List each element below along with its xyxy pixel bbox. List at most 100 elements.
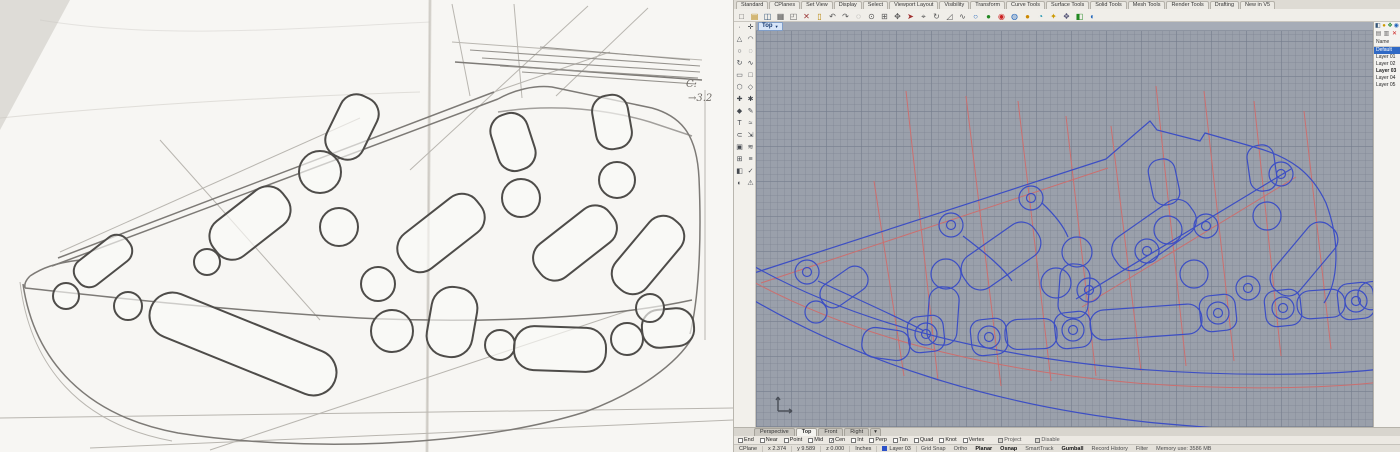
new-sublayer-icon[interactable]: ▥ — [1383, 31, 1390, 38]
move-icon[interactable]: ⌖ — [918, 10, 929, 21]
redo-icon[interactable]: ↷ — [840, 10, 851, 21]
display-tab-icon[interactable]: ❖ — [1387, 23, 1392, 30]
status-toggle-ortho[interactable]: Ortho — [950, 446, 972, 452]
extend-tool-icon[interactable]: ⇲ — [745, 130, 756, 142]
menu-tab-select[interactable]: Select — [863, 1, 888, 9]
new-viewport-tab-icon[interactable]: ▾ — [870, 428, 881, 436]
osnap-tan-checkbox[interactable] — [893, 438, 898, 443]
layer-row-layer-01[interactable]: Layer 01 — [1374, 54, 1400, 61]
osnap-disable-checkbox[interactable] — [1035, 438, 1040, 443]
list-tool-icon[interactable]: ≡ — [745, 154, 756, 166]
osnap-perp[interactable]: Perp — [869, 437, 887, 443]
osnap-near-checkbox[interactable] — [760, 438, 765, 443]
menu-tab-transform[interactable]: Transform — [970, 1, 1005, 9]
viewport-tab-front[interactable]: Front — [818, 428, 843, 436]
menu-tab-solid-tools[interactable]: Solid Tools — [1090, 1, 1127, 9]
cut-icon[interactable]: ✕ — [801, 10, 812, 21]
material-ball-icon[interactable]: ● — [1022, 10, 1033, 21]
arc-tool-icon[interactable]: ◠ — [745, 34, 756, 46]
select-icon[interactable]: ➤ — [905, 10, 916, 21]
curve-tool-icon[interactable]: ∿ — [957, 10, 968, 21]
osnap-quad-checkbox[interactable] — [914, 438, 919, 443]
osnap-disable[interactable]: Disable — [1035, 437, 1059, 443]
status-toggle-gumball[interactable]: Gumball — [1058, 446, 1088, 452]
layer-row-layer-03[interactable]: Layer 03 — [1374, 68, 1400, 75]
polygon-tool-icon[interactable]: ⬡ — [734, 82, 745, 94]
osnap-mid-checkbox[interactable] — [808, 438, 813, 443]
paste-icon[interactable]: ▯ — [814, 10, 825, 21]
layer-row-layer-02[interactable]: Layer 02 — [1374, 61, 1400, 68]
zoom-window-icon[interactable]: ◌ — [853, 10, 864, 21]
shade-view-icon[interactable]: ◉ — [996, 10, 1007, 21]
osnap-quad[interactable]: Quad — [914, 437, 933, 443]
zoom-dynamic-icon[interactable]: ⊙ — [866, 10, 877, 21]
status-toggle-grid-snap[interactable]: Grid Snap — [917, 446, 950, 452]
triangle-tool-icon[interactable]: △ — [734, 34, 745, 46]
open-file-icon[interactable]: ▤ — [749, 10, 760, 21]
split-tool-icon[interactable]: ◧ — [734, 166, 745, 178]
mesh-tool-icon[interactable]: ≋ — [745, 142, 756, 154]
status-toggle-planar[interactable]: Planar — [971, 446, 996, 452]
new-layer-icon[interactable]: ▤ — [1375, 31, 1382, 38]
help-tab-icon[interactable]: ◉ — [1394, 23, 1399, 30]
layer-row-layer-05[interactable]: Layer 05 — [1374, 82, 1400, 89]
copy-icon[interactable]: ◰ — [788, 10, 799, 21]
warning-tool-icon[interactable]: ⚠ — [745, 178, 756, 190]
trim-tool-icon[interactable]: ⊂ — [734, 130, 745, 142]
osnap-point-checkbox[interactable] — [784, 438, 789, 443]
menu-tab-viewport-layout[interactable]: Viewport Layout — [889, 1, 938, 9]
menu-tab-set-view[interactable]: Set View — [801, 1, 833, 9]
osnap-point[interactable]: Point — [784, 437, 803, 443]
viewport-tab-top[interactable]: Top — [796, 428, 818, 436]
new-file-icon[interactable]: □ — [736, 10, 747, 21]
menu-tab-cplanes[interactable]: CPlanes — [769, 1, 800, 9]
osnap-end[interactable]: End — [738, 437, 754, 443]
viewport-canvas[interactable] — [756, 31, 1373, 427]
solid-tool-icon[interactable]: ◆ — [734, 106, 745, 118]
menu-tab-new-in-v5[interactable]: New in V5 — [1240, 1, 1275, 9]
render-view-icon[interactable]: ◍ — [1009, 10, 1020, 21]
osnap-tan[interactable]: Tan — [893, 437, 908, 443]
layer-row-default[interactable]: Default — [1374, 47, 1400, 54]
grid-tool-icon[interactable]: ⊞ — [734, 154, 745, 166]
rotate-icon[interactable]: ↻ — [931, 10, 942, 21]
osnap-project[interactable]: Project — [998, 437, 1021, 443]
point-tool-icon[interactable]: · — [734, 22, 745, 34]
osnap-vertex-checkbox[interactable] — [963, 438, 968, 443]
check-tool-icon[interactable]: ✓ — [745, 166, 756, 178]
menu-tab-render-tools[interactable]: Render Tools — [1166, 1, 1208, 9]
explode-tool-icon[interactable]: ✱ — [745, 94, 756, 106]
menu-tab-visibility[interactable]: Visibility — [939, 1, 969, 9]
viewport-title-chip[interactable]: Top ▼ — [758, 22, 783, 31]
polyline-tool-icon[interactable]: ✛ — [745, 22, 756, 34]
viewport-tab-perspective[interactable]: Perspective — [754, 428, 795, 436]
surface-tool-icon[interactable]: ▣ — [734, 142, 745, 154]
status-toggle-memory-use[interactable]: Memory use: 3586 MB — [1152, 446, 1215, 452]
scale-icon[interactable]: ◿ — [944, 10, 955, 21]
current-layer-indicator[interactable]: Layer 03 — [877, 446, 916, 452]
curve-tool-icon[interactable]: ∿ — [745, 58, 756, 70]
analyze-tool-icon[interactable]: ◐ — [734, 178, 745, 190]
print-icon[interactable]: ▦ — [775, 10, 786, 21]
osnap-perp-checkbox[interactable] — [869, 438, 874, 443]
zoom-extents-icon[interactable]: ⊞ — [879, 10, 890, 21]
ellipse-tool-icon[interactable]: ◌ — [745, 46, 756, 58]
status-toggle-record-history[interactable]: Record History — [1088, 446, 1132, 452]
wave-tool-icon[interactable]: ≈ — [745, 118, 756, 130]
text-tool-icon[interactable]: T — [734, 118, 745, 130]
layers-tool-icon[interactable]: ❖ — [1061, 10, 1072, 21]
help-tool-icon[interactable]: ◐ — [1087, 10, 1098, 21]
circle-tool-icon[interactable]: ○ — [970, 10, 981, 21]
annotate-tool-icon[interactable]: ✎ — [745, 106, 756, 118]
undo-icon[interactable]: ↶ — [827, 10, 838, 21]
viewport-tab-right[interactable]: Right — [844, 428, 869, 436]
osnap-knot-checkbox[interactable] — [939, 438, 944, 443]
delete-layer-icon[interactable]: ✕ — [1391, 31, 1398, 38]
save-icon[interactable]: ◫ — [762, 10, 773, 21]
osnap-mid[interactable]: Mid — [808, 437, 823, 443]
layer-row-layer-04[interactable]: Layer 04 — [1374, 75, 1400, 82]
osnap-project-checkbox[interactable] — [998, 438, 1003, 443]
menu-tab-standard[interactable]: Standard — [736, 1, 768, 9]
osnap-int[interactable]: Int — [851, 437, 863, 443]
light-tool-icon[interactable]: ✦ — [1048, 10, 1059, 21]
